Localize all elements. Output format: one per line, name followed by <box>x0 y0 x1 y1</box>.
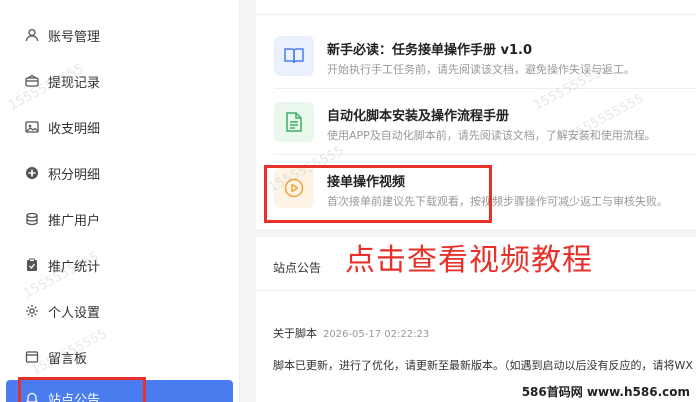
notice-title[interactable]: 关于脚本 2026-05-17 02:22:23 <box>273 325 429 341</box>
image-icon <box>24 119 40 135</box>
guide-item-manual[interactable]: 新手必读：任务接单操作手册 v1.0 开始执行手工任务前，请先阅读该文档，避免操… <box>256 23 696 89</box>
highlight-box-video <box>264 165 492 223</box>
sidebar-item-label: 账号管理 <box>48 29 101 45</box>
points-icon <box>24 165 40 181</box>
document-icon <box>274 102 314 142</box>
clipboard-icon <box>24 257 40 273</box>
sidebar-item-label: 积分明细 <box>48 167 101 183</box>
sidebar-item-account[interactable]: 账号管理 <box>0 17 240 53</box>
sidebar-item-points[interactable]: 积分明细 <box>0 155 240 191</box>
guide-desc: 使用APP及自动化脚本前，请先阅读该文档，了解安装和使用流程。 <box>327 129 656 142</box>
sidebar-item-label: 收支明细 <box>48 121 101 137</box>
sidebar-item-stats[interactable]: 推广统计 <box>0 247 240 283</box>
gear-icon <box>24 303 40 319</box>
notice-body: 脚本已更新，进行了优化，请更新至最新版本。（如遇到启动以后没有反应的，请将WX <box>273 359 693 372</box>
annotation-text: 点击查看视频教程 <box>345 243 593 278</box>
highlight-box-announcements <box>18 377 146 402</box>
guide-title: 新手必读：任务接单操作手册 v1.0 <box>327 43 533 58</box>
user-icon <box>24 27 40 43</box>
sidebar-item-income[interactable]: 收支明细 <box>0 109 240 145</box>
divider <box>256 290 696 291</box>
sidebar: 账号管理 提现记录 收支明细 积分明细 推广用户 推广统计 个人设置 留言板 站… <box>0 0 240 402</box>
sidebar-item-referrals[interactable]: 推广用户 <box>0 201 240 237</box>
notice-title-text: 关于脚本 <box>273 327 317 340</box>
app-root: 账号管理 提现记录 收支明细 积分明细 推广用户 推广统计 个人设置 留言板 站… <box>0 0 696 402</box>
corner-watermark: 586首码网 www.h586.com <box>515 380 696 402</box>
divider <box>256 14 696 15</box>
sidebar-item-settings[interactable]: 个人设置 <box>0 293 240 329</box>
database-icon <box>24 211 40 227</box>
guide-title: 自动化脚本安装及操作流程手册 <box>327 109 510 124</box>
notice-date: 2026-05-17 02:22:23 <box>323 329 430 340</box>
book-icon <box>274 36 314 76</box>
sidebar-item-label: 推广用户 <box>48 213 101 229</box>
sidebar-item-label: 个人设置 <box>48 305 101 321</box>
notice-header: 站点公告 <box>273 261 322 275</box>
